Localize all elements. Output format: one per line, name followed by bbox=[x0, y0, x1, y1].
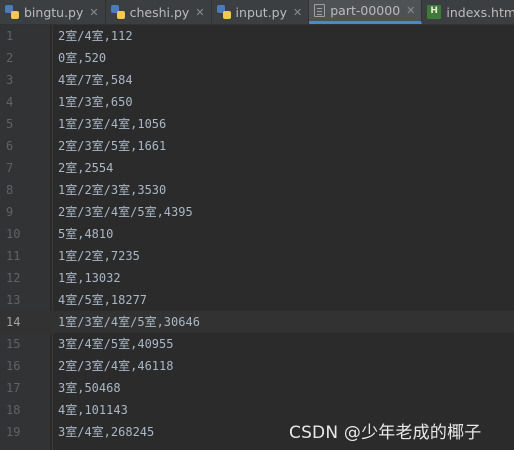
close-icon[interactable]: ✕ bbox=[195, 6, 204, 19]
line-text: 3室/4室/5室,40955 bbox=[58, 337, 174, 351]
line-number: 4 bbox=[6, 95, 14, 109]
line-text: 4室,101143 bbox=[58, 403, 128, 417]
code-line[interactable]: 16 2室/3室/4室,46118 bbox=[0, 355, 514, 377]
code-line[interactable]: 4 1室/3室,650 bbox=[0, 91, 514, 113]
watermark-text: CSDN @少年老成的椰子 bbox=[289, 423, 482, 443]
line-number: 1 bbox=[6, 29, 14, 43]
line-text: 0室,520 bbox=[58, 51, 107, 65]
code-line[interactable]: 17 3室,50468 bbox=[0, 377, 514, 399]
line-number: 3 bbox=[6, 73, 14, 87]
close-icon[interactable]: ✕ bbox=[406, 4, 415, 17]
tab-label: cheshi.py bbox=[129, 4, 190, 20]
tab-label: bingtu.py bbox=[24, 4, 84, 20]
line-text: 1室/3室,650 bbox=[58, 95, 133, 109]
tab-indexs-html[interactable]: indexs.html bbox=[422, 0, 514, 24]
tab-bingtu-py[interactable]: bingtu.py ✕ bbox=[0, 0, 106, 24]
line-number: 6 bbox=[6, 139, 14, 153]
line-text: 2室,2554 bbox=[58, 161, 114, 175]
line-text: 4室/5室,18277 bbox=[58, 293, 148, 307]
code-line[interactable]: 2 0室,520 bbox=[0, 47, 514, 69]
line-text: 3室/4室,268245 bbox=[58, 425, 155, 439]
line-number: 10 bbox=[6, 227, 21, 241]
code-line[interactable]: 5 1室/3室/4室,1056 bbox=[0, 113, 514, 135]
line-number: 8 bbox=[6, 183, 14, 197]
code-line[interactable]: 12 1室,13032 bbox=[0, 267, 514, 289]
tab-label: input.py bbox=[235, 4, 288, 20]
line-number: 17 bbox=[6, 381, 21, 395]
code-line[interactable]: 6 2室/3室/5室,1661 bbox=[0, 135, 514, 157]
tab-label: indexs.html bbox=[446, 4, 514, 20]
code-line[interactable]: 10 5室,4810 bbox=[0, 223, 514, 245]
line-text: 2室/3室/4室,46118 bbox=[58, 359, 174, 373]
line-text: 2室/4室,112 bbox=[58, 29, 133, 43]
line-text: 1室/3室/4室/5室,30646 bbox=[58, 315, 200, 329]
tab-part-00000[interactable]: part-00000 ✕ bbox=[309, 0, 423, 24]
code-line[interactable]: 11 1室/2室,7235 bbox=[0, 245, 514, 267]
tab-input-py[interactable]: input.py ✕ bbox=[212, 0, 310, 24]
html-file-icon bbox=[427, 5, 442, 19]
line-number: 19 bbox=[6, 425, 21, 439]
line-number: 14 bbox=[0, 311, 38, 333]
python-file-icon bbox=[216, 5, 231, 19]
line-number: 7 bbox=[6, 161, 14, 175]
line-number: 16 bbox=[6, 359, 21, 373]
line-text: 2室/3室/4室/5室,4395 bbox=[58, 205, 193, 219]
line-number: 11 bbox=[6, 249, 21, 263]
line-text: 4室/7室,584 bbox=[58, 73, 133, 87]
close-icon[interactable]: ✕ bbox=[293, 6, 302, 19]
line-text: 2室/3室/5室,1661 bbox=[58, 139, 167, 153]
line-number: 18 bbox=[6, 403, 21, 417]
line-text: 1室,13032 bbox=[58, 271, 121, 285]
tab-cheshi-py[interactable]: cheshi.py ✕ bbox=[106, 0, 212, 24]
line-number: 12 bbox=[6, 271, 21, 285]
code-editor[interactable]: 1 2室/4室,112 2 0室,520 3 4室/7室,584 4 1室/3室… bbox=[0, 25, 514, 450]
code-line[interactable]: 8 1室/2室/3室,3530 bbox=[0, 179, 514, 201]
line-text: 1室/2室/3室,3530 bbox=[58, 183, 167, 197]
line-text: 1室/2室,7235 bbox=[58, 249, 140, 263]
line-number: 2 bbox=[6, 51, 14, 65]
line-number: 9 bbox=[6, 205, 14, 219]
line-text: 5室,4810 bbox=[58, 227, 114, 241]
code-line[interactable]: 9 2室/3室/4室/5室,4395 bbox=[0, 201, 514, 223]
python-file-icon bbox=[110, 5, 125, 19]
line-number: 5 bbox=[6, 117, 14, 131]
line-text: 1室/3室/4室,1056 bbox=[58, 117, 167, 131]
tab-label: part-00000 bbox=[330, 3, 401, 18]
code-line[interactable]: 7 2室,2554 bbox=[0, 157, 514, 179]
python-file-icon bbox=[5, 5, 19, 19]
code-line[interactable]: 3 4室/7室,584 bbox=[0, 69, 514, 91]
code-line[interactable]: 15 3室/4室/5室,40955 bbox=[0, 333, 514, 355]
current-code-line[interactable]: 14 1室/3室/4室/5室,30646 bbox=[0, 311, 514, 333]
close-icon[interactable]: ✕ bbox=[89, 6, 98, 19]
line-number: 15 bbox=[6, 337, 21, 351]
text-file-icon bbox=[314, 4, 326, 17]
line-number: 13 bbox=[6, 293, 21, 307]
code-line[interactable]: 13 4室/5室,18277 bbox=[0, 289, 514, 311]
editor-tab-bar: bingtu.py ✕ cheshi.py ✕ input.py ✕ part-… bbox=[0, 0, 514, 25]
line-text: 3室,50468 bbox=[58, 381, 121, 395]
code-line[interactable]: 1 2室/4室,112 bbox=[0, 25, 514, 47]
